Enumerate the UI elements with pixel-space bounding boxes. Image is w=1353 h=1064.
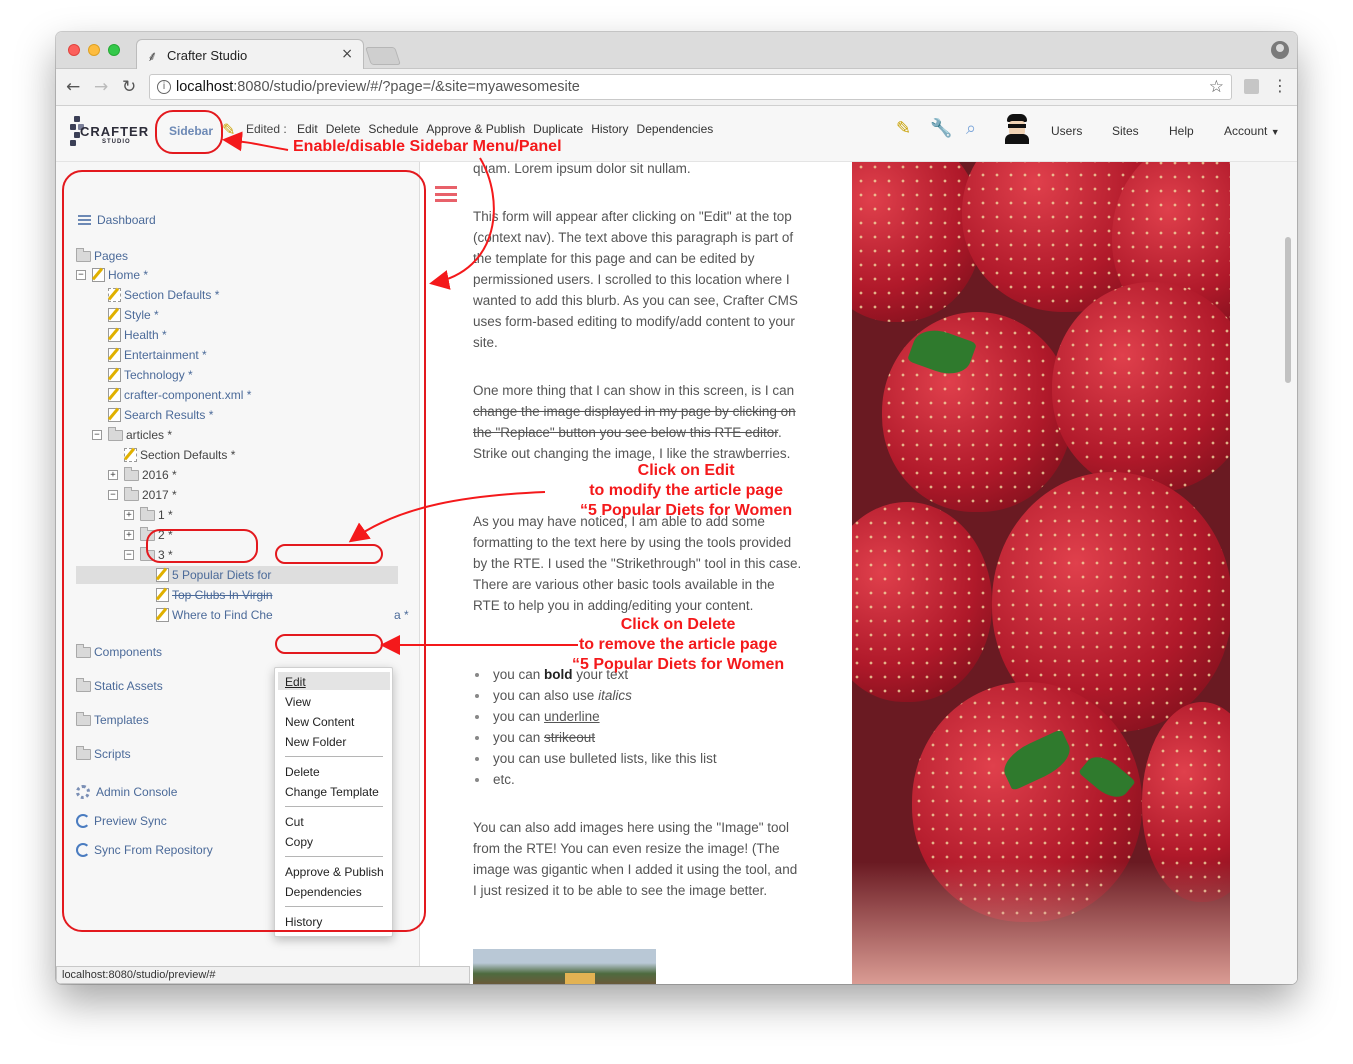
duplicate-action[interactable]: Duplicate (533, 122, 583, 136)
extension-icon[interactable] (1244, 79, 1259, 94)
hamburger-menu-icon[interactable] (435, 186, 457, 202)
url-path: :8080/studio/preview/#/?page=/&site=myaw… (233, 79, 580, 95)
site-preview: quam. Lorem ipsum dolor sit nullam. This… (420, 162, 1297, 984)
wrench-icon[interactable]: 🔧 (930, 118, 952, 139)
list-item: you can also use italics (473, 685, 803, 706)
strikethrough-text: change the image displayed in my page by… (473, 404, 796, 440)
back-arrow-icon[interactable]: ← (66, 77, 80, 97)
annotation-delete-note: Click on Delete to remove the article pa… (572, 616, 785, 673)
forward-arrow-icon[interactable]: → (94, 77, 108, 97)
delete-action[interactable]: Delete (326, 122, 361, 136)
help-link[interactable]: Help (1169, 124, 1194, 138)
preview-scrollbar[interactable] (1285, 237, 1291, 383)
page-actions: Edit Delete Schedule Approve & Publish D… (297, 122, 713, 136)
crafter-logo-text: CRAFTER (80, 124, 150, 139)
url-host: localhost (176, 79, 234, 95)
crafter-favicon-icon: ⸙ (147, 49, 158, 65)
edited-label: Edited : (246, 122, 287, 136)
approve-publish-action[interactable]: Approve & Publish (426, 122, 525, 136)
search-icon[interactable]: ⌕ (966, 118, 976, 139)
edit-action[interactable]: Edit (297, 122, 318, 136)
new-tab-button[interactable] (365, 47, 401, 65)
history-action[interactable]: History (591, 122, 628, 136)
crafter-toolbar: CRAFTER STUDIO Sidebar ✎ Edited : Edit D… (56, 106, 1297, 162)
close-window-button[interactable] (68, 44, 80, 56)
strawberries-photo (852, 162, 1230, 984)
browser-toolbar: ← → ↻ i localhost:8080/studio/preview/#/… (56, 69, 1297, 106)
list-item: etc. (473, 769, 803, 790)
dependencies-action[interactable]: Dependencies (637, 122, 714, 136)
content-paragraph: This form will appear after clicking on … (473, 209, 798, 350)
edit-pencil-icon: ✎ (222, 120, 236, 139)
bullet-list: you can bold your text you can also use … (473, 664, 803, 790)
annotation-ring-edit (275, 544, 383, 564)
sites-link[interactable]: Sites (1112, 124, 1139, 138)
tab-title: Crafter Studio (167, 48, 248, 63)
address-bar[interactable]: i localhost:8080/studio/preview/#/?page=… (149, 74, 1232, 100)
users-link[interactable]: Users (1051, 124, 1082, 138)
tab-close-icon[interactable]: × (341, 46, 353, 62)
bookmark-star-icon[interactable]: ☆ (1209, 77, 1224, 97)
pencil-icon[interactable]: ✎ (896, 118, 911, 139)
schedule-action[interactable]: Schedule (368, 122, 418, 136)
annotation-sidebar-note: Enable/disable Sidebar Menu/Panel (293, 138, 562, 155)
info-icon[interactable]: i (157, 80, 171, 94)
landscape-image (473, 949, 656, 984)
annotation-edit-note: Click on Edit to modify the article page… (580, 462, 793, 519)
browser-tab[interactable]: ⸙ Crafter Studio × (136, 39, 364, 70)
list-item: you can strikeout (473, 727, 803, 748)
user-avatar[interactable] (1004, 114, 1030, 144)
zoom-window-button[interactable] (108, 44, 120, 56)
browser-menu-icon[interactable]: ⋮ (1272, 76, 1288, 95)
list-item: you can use bulleted lists, like this li… (473, 748, 803, 769)
account-menu[interactable]: Account ▼ (1224, 124, 1280, 138)
crafter-logo[interactable]: CRAFTER STUDIO (70, 114, 150, 154)
annotation-ring-article (146, 529, 258, 563)
url-text: localhost:8080/studio/preview/#/?page=/&… (176, 79, 580, 95)
screenshot-stage: ⸙ Crafter Studio × ← → ↻ i localhost:808… (0, 0, 1353, 1064)
account-label: Account (1224, 124, 1268, 138)
minimize-window-button[interactable] (88, 44, 100, 56)
status-bar: localhost:8080/studio/preview/# (56, 966, 470, 984)
annotation-ring-delete (275, 634, 383, 654)
profile-icon[interactable] (1271, 41, 1289, 59)
text-run: One more thing that I can show in this s… (473, 383, 795, 398)
caret-down-icon: ▼ (1270, 127, 1280, 137)
list-item: you can underline (473, 706, 803, 727)
reload-icon[interactable]: ↻ (122, 77, 136, 97)
content-paragraph: quam. Lorem ipsum dolor sit nullam. (473, 162, 691, 176)
browser-titlebar: ⸙ Crafter Studio × (56, 32, 1297, 70)
content-paragraph: As you may have noticed, I am able to ad… (473, 514, 802, 613)
content-paragraph: You can also add images here using the "… (473, 820, 798, 898)
content-paragraph: One more thing that I can show in this s… (473, 380, 803, 464)
annotation-ring-sidebar (155, 110, 223, 154)
crafter-logo-subtext: STUDIO (102, 139, 131, 145)
